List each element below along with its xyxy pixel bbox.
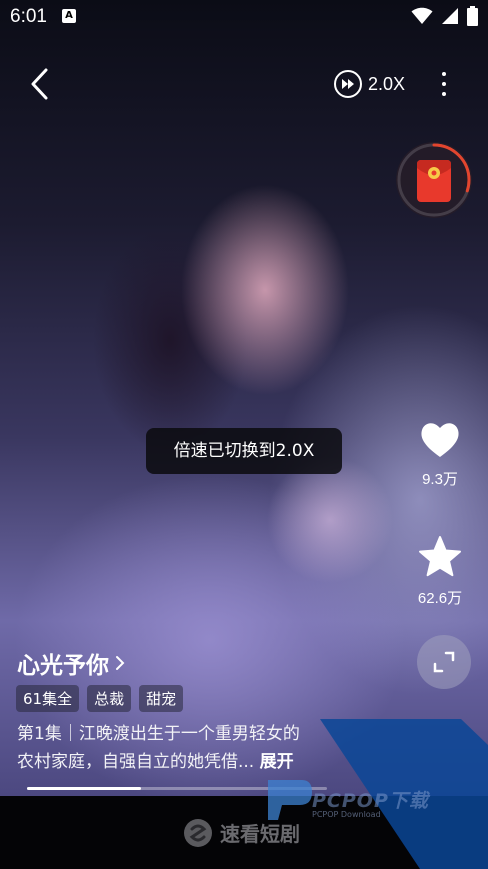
speed-toast: 倍速已切换到2.0X bbox=[146, 428, 342, 474]
fullscreen-icon bbox=[433, 651, 455, 673]
speed-label: 2.0X bbox=[368, 73, 406, 94]
wifi-icon bbox=[411, 7, 433, 24]
star-icon bbox=[419, 536, 461, 577]
status-bar: 6:01 A bbox=[0, 0, 488, 34]
signal-icon bbox=[442, 8, 458, 24]
brand-name: 速看短剧 bbox=[220, 822, 300, 846]
back-button[interactable] bbox=[24, 66, 58, 102]
more-dot bbox=[442, 92, 446, 96]
drama-title-link[interactable]: 心光予你 bbox=[17, 646, 125, 680]
playback-speed-button[interactable]: 2.0X bbox=[334, 68, 405, 100]
red-packet-icon bbox=[417, 160, 451, 202]
a-icon: A bbox=[62, 9, 76, 23]
fast-forward-icon bbox=[334, 70, 362, 98]
app-logo-icon bbox=[184, 818, 212, 847]
chevron-left-icon bbox=[31, 68, 48, 100]
episode-description[interactable]: 第1集｜江晚渡出生于一个重男轻女的 农村家庭，自强自立的她凭借... 展开 bbox=[17, 720, 347, 776]
description-line: 农村家庭，自强自立的她凭借... bbox=[17, 752, 255, 772]
drama-title: 心光予你 bbox=[17, 653, 109, 679]
tag-genre[interactable]: 总裁 bbox=[87, 685, 132, 712]
fullscreen-button[interactable] bbox=[417, 635, 471, 689]
description-line: 第1集｜江晚渡出生于一个重男轻女的 bbox=[17, 724, 300, 744]
tag-list: 61集全 总裁 甜宠 bbox=[16, 685, 184, 712]
chevron-right-icon bbox=[116, 656, 125, 670]
status-icons bbox=[411, 6, 478, 26]
playback-progress-bar[interactable] bbox=[27, 787, 327, 790]
description-line-last: 农村家庭，自强自立的她凭借... 展开 bbox=[17, 748, 347, 776]
favorite-button[interactable]: 62.6万 bbox=[410, 535, 470, 608]
more-dot bbox=[442, 72, 446, 76]
like-button[interactable]: 9.3万 bbox=[410, 420, 470, 489]
expand-button[interactable]: 展开 bbox=[260, 752, 294, 772]
reward-button[interactable] bbox=[396, 142, 472, 218]
battery-icon bbox=[467, 6, 478, 26]
favorite-count: 62.6万 bbox=[417, 590, 463, 607]
brand: 速看短剧 bbox=[184, 818, 300, 847]
heart-icon bbox=[421, 423, 459, 457]
like-count: 9.3万 bbox=[422, 471, 458, 488]
more-dot bbox=[442, 82, 446, 86]
progress-fill bbox=[27, 787, 141, 790]
status-time: 6:01 bbox=[10, 6, 47, 27]
tag-genre[interactable]: 甜宠 bbox=[139, 685, 184, 712]
more-options-button[interactable] bbox=[432, 68, 456, 100]
tag-episodes[interactable]: 61集全 bbox=[16, 685, 80, 712]
